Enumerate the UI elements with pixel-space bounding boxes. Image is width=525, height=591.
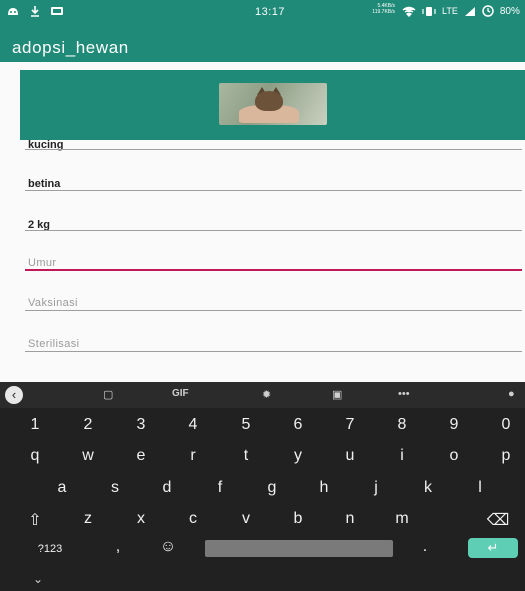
umur-input[interactable]: Umur — [25, 254, 522, 294]
jenis-field[interactable]: kucing — [25, 134, 522, 174]
field-underline — [25, 351, 522, 352]
emoji-icon[interactable]: ☺ — [153, 538, 183, 556]
key-f[interactable]: f — [205, 479, 235, 497]
sterilisasi-placeholder: Sterilisasi — [28, 338, 80, 350]
network-speed: 5.4KB/s 119.7KB/s — [355, 3, 395, 15]
field-underline — [25, 230, 522, 231]
key-4[interactable]: 4 — [178, 416, 208, 434]
key-v[interactable]: v — [231, 510, 261, 528]
signal-icon — [464, 6, 475, 16]
key-a[interactable]: a — [47, 479, 77, 497]
enter-icon[interactable]: ↵ — [468, 538, 518, 558]
microphone-icon[interactable]: ● — [508, 388, 515, 400]
key-2[interactable]: 2 — [73, 416, 103, 434]
key-u[interactable]: u — [335, 447, 365, 465]
key-q[interactable]: q — [20, 447, 50, 465]
key-7[interactable]: 7 — [335, 416, 365, 434]
pet-photo[interactable] — [219, 83, 327, 125]
key-1[interactable]: 1 — [20, 416, 50, 434]
cast-icon — [51, 7, 63, 15]
umur-placeholder: Umur — [28, 257, 57, 269]
key-y[interactable]: y — [283, 447, 313, 465]
translate-icon[interactable]: ▣ — [332, 388, 342, 401]
app-title: adopsi_hewan — [12, 38, 129, 57]
more-icon[interactable]: ••• — [398, 388, 410, 400]
key-6[interactable]: 6 — [283, 416, 313, 434]
key-3[interactable]: 3 — [126, 416, 156, 434]
key-z[interactable]: z — [73, 510, 103, 528]
key-8[interactable]: 8 — [387, 416, 417, 434]
network-type: LTE — [442, 6, 458, 16]
field-underline — [25, 149, 522, 150]
field-underline — [25, 190, 522, 191]
comma-key[interactable]: , — [103, 538, 133, 556]
backspace-icon[interactable]: ⌫ — [483, 510, 513, 530]
spacebar[interactable] — [205, 540, 393, 557]
gif-button[interactable]: GIF — [172, 388, 189, 399]
key-5[interactable]: 5 — [231, 416, 261, 434]
sticker-icon[interactable]: ▢ — [103, 388, 113, 401]
key-s[interactable]: s — [100, 479, 130, 497]
berat-field[interactable]: 2 kg — [25, 214, 522, 254]
key-j[interactable]: j — [361, 479, 391, 497]
key-c[interactable]: c — [178, 510, 208, 528]
key-w[interactable]: w — [73, 447, 103, 465]
kelamin-value: betina — [28, 178, 61, 190]
sterilisasi-input[interactable]: Sterilisasi — [25, 335, 522, 375]
vaksinasi-placeholder: Vaksinasi — [28, 297, 78, 309]
key-p[interactable]: p — [491, 447, 521, 465]
period-key[interactable]: . — [410, 538, 440, 556]
key-m[interactable]: m — [387, 510, 417, 528]
key-g[interactable]: g — [257, 479, 287, 497]
photo-cat — [255, 91, 283, 111]
key-d[interactable]: d — [152, 479, 182, 497]
status-bar: 13:17 5.4KB/s 119.7KB/s LTE 80% — [0, 0, 525, 28]
key-x[interactable]: x — [126, 510, 156, 528]
field-underline-focused — [25, 269, 522, 271]
key-h[interactable]: h — [309, 479, 339, 497]
key-l[interactable]: l — [465, 479, 495, 497]
battery-icon — [482, 5, 494, 17]
system-icons: LTE 80% — [402, 5, 520, 17]
symbols-key[interactable]: ?123 — [30, 543, 70, 555]
hide-keyboard-chevron-icon[interactable]: ⌄ — [33, 572, 43, 586]
key-9[interactable]: 9 — [439, 416, 469, 434]
download-icon — [31, 6, 39, 17]
key-n[interactable]: n — [335, 510, 365, 528]
battery-level: 80% — [499, 5, 520, 17]
key-i[interactable]: i — [387, 447, 417, 465]
gear-icon[interactable]: ✹ — [262, 388, 271, 401]
shift-icon[interactable]: ⇧ — [20, 510, 50, 530]
key-e[interactable]: e — [126, 447, 156, 465]
key-t[interactable]: t — [231, 447, 261, 465]
key-r[interactable]: r — [178, 447, 208, 465]
key-k[interactable]: k — [413, 479, 443, 497]
key-o[interactable]: o — [439, 447, 469, 465]
app-bar: adopsi_hewan — [0, 28, 525, 62]
keyboard-toolbar: ‹ ▢ GIF ✹ ▣ ••• ● — [0, 382, 525, 408]
key-0[interactable]: 0 — [491, 416, 521, 434]
key-b[interactable]: b — [283, 510, 313, 528]
wifi-icon — [402, 6, 416, 17]
field-underline — [25, 310, 522, 311]
back-arrow-icon[interactable]: ‹ — [5, 386, 23, 404]
android-icon — [8, 8, 18, 15]
clock: 13:17 — [255, 6, 286, 18]
kelamin-field[interactable]: betina — [25, 174, 522, 214]
notification-icons — [6, 5, 64, 17]
vaksinasi-input[interactable]: Vaksinasi — [25, 294, 522, 334]
vibrate-icon — [422, 6, 436, 16]
download-speed: 119.7KB/s — [372, 9, 395, 15]
